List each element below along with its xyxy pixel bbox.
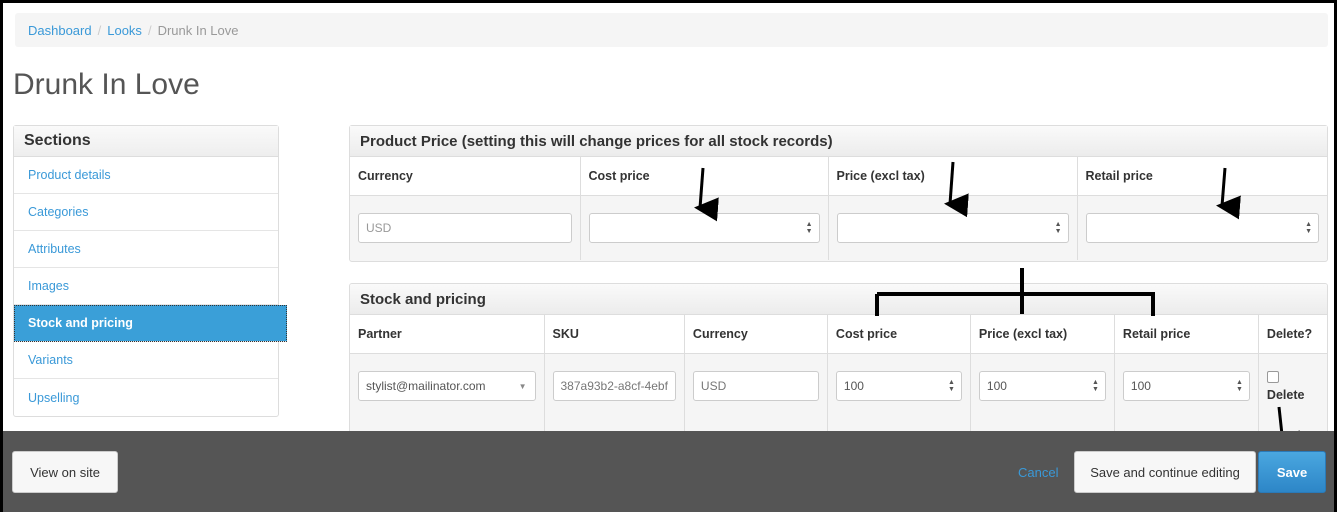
- save-continue-button[interactable]: Save and continue editing: [1074, 451, 1256, 493]
- save-button[interactable]: Save: [1258, 451, 1326, 493]
- view-on-site-button[interactable]: View on site: [12, 451, 118, 493]
- action-bar: View on site Cancel Save and continue ed…: [3, 431, 1334, 512]
- cancel-link[interactable]: Cancel: [1018, 465, 1058, 480]
